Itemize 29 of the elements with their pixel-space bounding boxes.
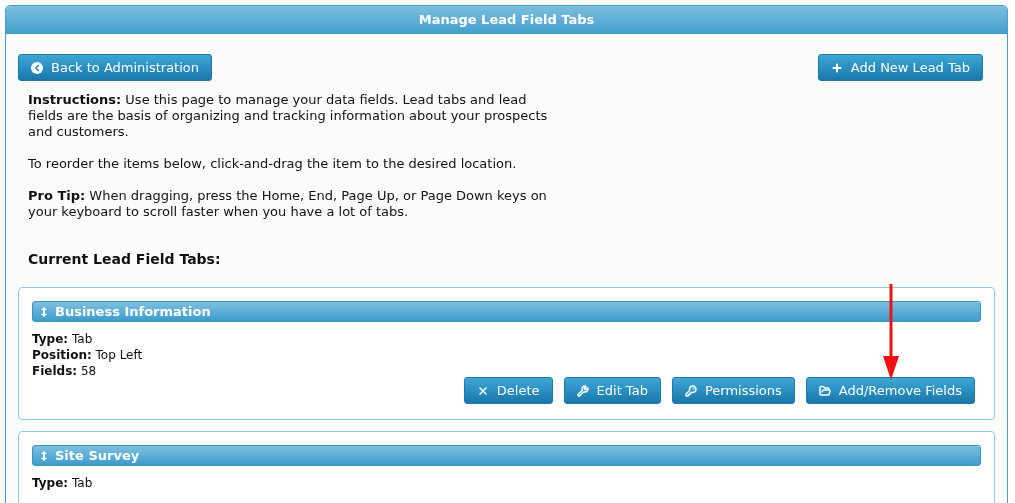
tab-property: Type: Tab: [32, 475, 94, 491]
drag-handle-icon: [41, 450, 47, 461]
add-tab-button[interactable]: Add New Lead Tab: [817, 54, 983, 81]
tab-card[interactable]: Site Survey Type: Tab: [18, 431, 995, 503]
tab-property: Fields: 58: [32, 363, 98, 379]
instruction-text: To reorder the items below, click-and-drag the item to the desired location.: [28, 156, 518, 172]
tab-title: Business Information: [55, 302, 211, 321]
back-icon: [31, 61, 43, 74]
permissions-button[interactable]: Permissions: [671, 377, 795, 404]
section-title: Current Lead Field Tabs:: [27, 250, 222, 269]
plus-icon: [830, 61, 843, 74]
tab-title: Site Survey: [55, 446, 140, 465]
drag-handle-icon: [41, 306, 47, 317]
wrench-icon: [576, 384, 589, 397]
fields-button[interactable]: Add/Remove Fields: [805, 377, 975, 404]
tab-property: Position: Top Left: [32, 347, 144, 363]
edit-button[interactable]: Edit Tab: [563, 377, 661, 404]
folder-icon: [818, 384, 831, 397]
tab-card[interactable]: Business Information Type: Tab Position: Top Left Fields: 58 Delete Edit Tab Permissions Add/Remove Fields: [18, 287, 995, 420]
window-title: Manage Lead Field Tabs: [6, 6, 1007, 34]
key-icon: [684, 384, 697, 397]
tab-card-header[interactable]: Business Information: [32, 301, 981, 322]
instruction-text: Pro Tip: When dragging, press the Home, End, Page Up, or Page Down keys on your keyboard to scroll faster when you have a lot of tabs.: [28, 188, 548, 220]
instruction-text: Instructions: Use this page to manage your data fields. Lead tabs and lead fields are the basis of organizing and tracking information about your prospects and customers.: [28, 92, 549, 140]
back-button[interactable]: Back to Administration: [18, 54, 212, 81]
tab-property: Type: Tab: [32, 331, 94, 347]
close-icon: [476, 384, 489, 397]
tab-card-header[interactable]: Site Survey: [32, 445, 981, 466]
delete-button[interactable]: Delete: [463, 377, 553, 404]
